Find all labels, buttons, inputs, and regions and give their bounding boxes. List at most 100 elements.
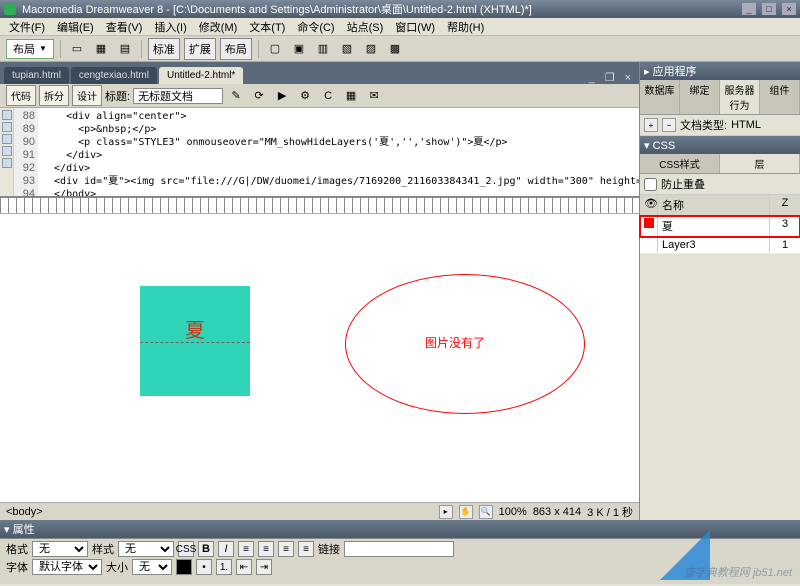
gutter-icon[interactable] (2, 146, 12, 156)
design-view[interactable]: 夏 图片没有了 (0, 214, 639, 502)
tool-icon[interactable]: ▧ (337, 39, 357, 59)
outdent-icon[interactable]: ⇤ (236, 559, 252, 575)
tool-icon[interactable]: ▭ (67, 39, 87, 59)
page-size: 3 K / 1 秒 (587, 504, 633, 520)
doc-tab-active[interactable]: Untitled-2.html* (159, 67, 243, 84)
layer-box[interactable]: 夏 (140, 286, 250, 396)
color-swatch[interactable] (176, 559, 192, 575)
menu-modify[interactable]: 修改(M) (194, 18, 243, 36)
page-title-input[interactable] (133, 88, 223, 104)
format-select[interactable]: 无 (32, 541, 88, 557)
z-column-header[interactable]: Z (770, 195, 800, 215)
css-panel-header[interactable]: ▾ CSS (640, 136, 800, 154)
plus-icon[interactable]: + (644, 118, 658, 132)
gutter-icon[interactable] (2, 122, 12, 132)
mode-expanded[interactable]: 扩展 (184, 38, 216, 60)
minimize-button[interactable]: _ (742, 3, 756, 15)
code-pane: 88 89 90 91 92 93 94 95 96 <div align="c… (0, 108, 639, 198)
menu-help[interactable]: 帮助(H) (442, 18, 489, 36)
dashed-divider (140, 342, 250, 343)
watermark-text: 查字典教程网 jb51.net (684, 564, 792, 580)
mode-layout[interactable]: 布局 (220, 38, 252, 60)
menu-window[interactable]: 窗口(W) (390, 18, 440, 36)
indent-icon[interactable]: ⇥ (256, 559, 272, 575)
code-editor[interactable]: <div align="center"> <p>&nbsp;</p> <p cl… (38, 108, 639, 196)
select-tool-icon[interactable]: ▸ (439, 505, 453, 519)
tag-selector[interactable]: <body> (6, 506, 43, 518)
prevent-overlap-label: 防止重叠 (661, 176, 705, 192)
prevent-overlap-checkbox[interactable] (644, 178, 657, 191)
tab-css-styles[interactable]: CSS样式 (640, 154, 720, 173)
link-input[interactable] (344, 541, 454, 557)
size-label: 大小 (106, 559, 128, 575)
tool-icon[interactable]: ▢ (265, 39, 285, 59)
doc-restore-icon[interactable]: ❐ (601, 71, 619, 84)
tab-database[interactable]: 数据库 (640, 80, 680, 114)
toolbar-icon[interactable]: ⟳ (249, 86, 269, 106)
menu-site[interactable]: 站点(S) (342, 18, 389, 36)
toolbar-icon[interactable]: ✎ (226, 86, 246, 106)
gutter-icon[interactable] (2, 134, 12, 144)
menu-file[interactable]: 文件(F) (4, 18, 50, 36)
view-design-button[interactable]: 设计 (72, 85, 102, 106)
tool-icon[interactable]: ▦ (91, 39, 111, 59)
css-panel-tabs: CSS样式 层 (640, 154, 800, 174)
mode-standard[interactable]: 标准 (148, 38, 180, 60)
app-icon (4, 3, 16, 15)
align-center-icon[interactable]: ≡ (258, 541, 274, 557)
close-button[interactable]: × (782, 3, 796, 15)
layer-row[interactable]: Layer3 1 (640, 237, 800, 254)
maximize-button[interactable]: □ (762, 3, 776, 15)
list-ul-icon[interactable]: • (196, 559, 212, 575)
italic-button[interactable]: I (218, 541, 234, 557)
doc-tab[interactable]: cengtexiao.html (71, 67, 157, 84)
doc-minimize-icon[interactable]: _ (585, 72, 599, 84)
toolbar-icon[interactable]: ▦ (341, 86, 361, 106)
application-panel-header[interactable]: ▸ 应用程序 (640, 62, 800, 80)
css-button[interactable]: CSS (178, 541, 194, 557)
toolbar-icon[interactable]: C (318, 86, 338, 106)
toolbar-icon[interactable]: ✉ (364, 86, 384, 106)
layer-z: 3 (770, 216, 800, 236)
tool-icon[interactable]: ▨ (361, 39, 381, 59)
doc-close-icon[interactable]: × (621, 72, 635, 84)
align-left-icon[interactable]: ≡ (238, 541, 254, 557)
gutter-icon[interactable] (2, 158, 12, 168)
gutter-icon[interactable] (2, 110, 12, 120)
tool-icon[interactable]: ▣ (289, 39, 309, 59)
font-select[interactable]: 默认字体 (32, 559, 102, 575)
tab-server-behaviors[interactable]: 服务器行为 (720, 80, 760, 114)
align-right-icon[interactable]: ≡ (278, 541, 294, 557)
hand-tool-icon[interactable]: ✋ (459, 505, 473, 519)
view-split-button[interactable]: 拆分 (39, 85, 69, 106)
layer-row[interactable]: 夏 3 (640, 216, 800, 237)
menu-insert[interactable]: 插入(I) (149, 18, 191, 36)
panels-column: ▸ 应用程序 数据库 绑定 服务器行为 组件 + − 文档类型: HTML ▾ … (640, 62, 800, 520)
tool-icon[interactable]: ▥ (313, 39, 333, 59)
tab-components[interactable]: 组件 (760, 80, 800, 114)
zoom-level[interactable]: 100% (499, 506, 527, 518)
size-select[interactable]: 无 (132, 559, 172, 575)
menu-commands[interactable]: 命令(C) (292, 18, 339, 36)
insert-category-select[interactable]: 布局 ▼ (6, 39, 54, 59)
menu-edit[interactable]: 编辑(E) (52, 18, 99, 36)
window-dimensions[interactable]: 863 x 414 (533, 506, 581, 518)
menu-text[interactable]: 文本(T) (244, 18, 290, 36)
align-justify-icon[interactable]: ≡ (298, 541, 314, 557)
tab-layers[interactable]: 层 (720, 154, 800, 173)
toolbar-icon[interactable]: ▶ (272, 86, 292, 106)
bold-button[interactable]: B (198, 541, 214, 557)
name-column-header[interactable]: 名称 (658, 195, 770, 215)
tool-icon[interactable]: ▩ (385, 39, 405, 59)
tool-icon[interactable]: ▤ (115, 39, 135, 59)
zoom-tool-icon[interactable]: 🔍 (479, 505, 493, 519)
list-ol-icon[interactable]: 1. (216, 559, 232, 575)
tab-bindings[interactable]: 绑定 (680, 80, 720, 114)
view-code-button[interactable]: 代码 (6, 85, 36, 106)
style-select[interactable]: 无 (118, 541, 174, 557)
eye-column-header[interactable]: 👁 (640, 195, 658, 215)
minus-icon[interactable]: − (662, 118, 676, 132)
menu-view[interactable]: 查看(V) (101, 18, 148, 36)
doc-tab[interactable]: tupian.html (4, 67, 69, 84)
toolbar-icon[interactable]: ⚙ (295, 86, 315, 106)
